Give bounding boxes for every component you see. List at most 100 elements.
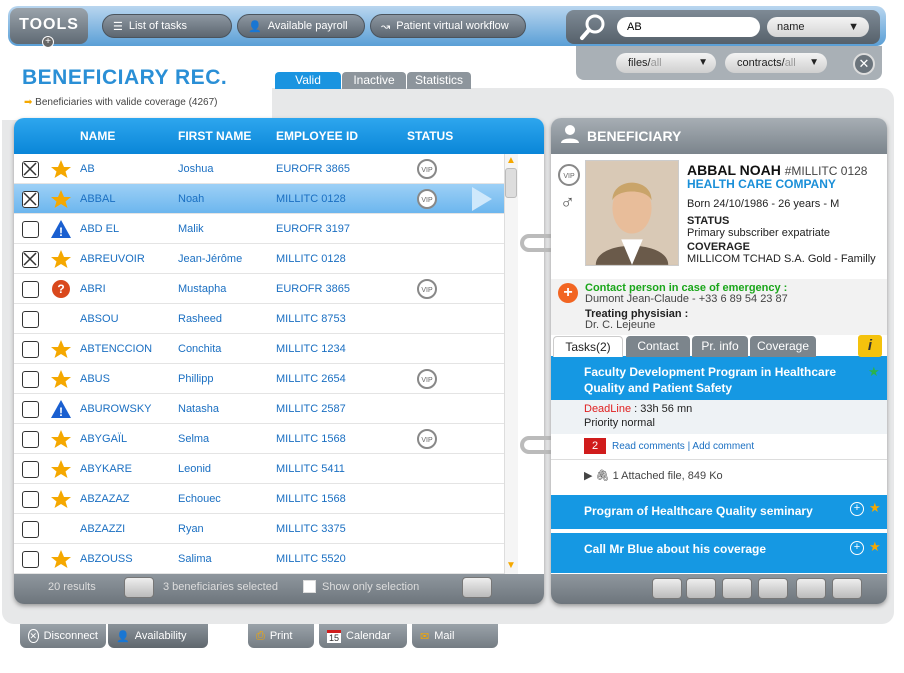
scrollbar[interactable] xyxy=(504,154,518,574)
tab-contact[interactable]: Contact xyxy=(626,336,690,357)
history-button[interactable] xyxy=(722,578,752,599)
star-icon[interactable] xyxy=(50,159,72,179)
star-icon[interactable] xyxy=(50,549,72,569)
expand-plus-icon[interactable]: + xyxy=(850,502,864,516)
table-row[interactable]: ! ABUROWSKY Natasha MILLITC 2587 xyxy=(14,394,504,424)
row-checkbox[interactable] xyxy=(22,221,39,238)
edit-button[interactable] xyxy=(796,578,826,599)
export-button[interactable] xyxy=(686,578,716,599)
table-row[interactable]: ABBAL Noah MILLITC 0128 VIP xyxy=(14,184,504,214)
table-row[interactable]: ABREUVOIR Jean-Jérôme MILLITC 0128 xyxy=(14,244,504,274)
star-icon[interactable] xyxy=(50,369,72,389)
star-icon[interactable] xyxy=(50,429,72,449)
star-icon[interactable] xyxy=(50,459,72,479)
column-header-status[interactable]: STATUS xyxy=(407,129,453,143)
table-row[interactable]: ? ABRI Mustapha EUROFR 3865 VIP xyxy=(14,274,504,304)
table-row[interactable]: ABYKARE Leonid MILLITC 5411 xyxy=(14,454,504,484)
nav-list-of-tasks[interactable]: ☰ List of tasks xyxy=(102,14,232,38)
new-button[interactable] xyxy=(832,578,862,599)
row-checkbox[interactable] xyxy=(22,191,39,208)
table-row[interactable]: ABZAZZI Ryan MILLITC 3375 xyxy=(14,514,504,544)
task-item-2[interactable]: Program of Healthcare Quality seminary xyxy=(551,495,887,529)
availability-button[interactable]: 👤 Availability xyxy=(108,624,208,648)
vip-icon: VIP xyxy=(417,279,437,299)
star-icon[interactable]: ★ xyxy=(869,500,881,516)
row-checkbox[interactable] xyxy=(22,161,39,178)
column-header-first-name[interactable]: FIRST NAME xyxy=(178,129,251,143)
tab-coverage[interactable]: Coverage xyxy=(750,336,816,357)
star-icon[interactable] xyxy=(50,249,72,269)
folder-button[interactable] xyxy=(652,578,682,599)
vip-icon: VIP xyxy=(417,369,437,389)
mail-button[interactable]: ✉ Mail xyxy=(412,624,498,648)
table-row[interactable]: ABYGAÏL Selma MILLITC 1568 VIP xyxy=(14,424,504,454)
table-row[interactable]: ABTENCCION Conchita MILLITC 1234 xyxy=(14,334,504,364)
table-row[interactable]: AB Joshua EUROFR 3865 VIP xyxy=(14,154,504,184)
task-item-3[interactable]: Call Mr Blue about his coverage xyxy=(551,533,887,573)
row-checkbox[interactable] xyxy=(22,491,39,508)
scroll-up-icon[interactable]: ▲ xyxy=(505,155,517,167)
row-checkbox[interactable] xyxy=(22,431,39,448)
tab-pr-info[interactable]: Pr. info xyxy=(692,336,748,357)
favorite-button[interactable] xyxy=(758,578,788,599)
priority: Priority normal xyxy=(584,417,655,429)
cell-name: AB xyxy=(80,163,95,175)
row-checkbox[interactable] xyxy=(22,311,39,328)
info-icon[interactable]: i xyxy=(858,335,882,357)
star-icon[interactable] xyxy=(50,339,72,359)
row-checkbox[interactable] xyxy=(22,401,39,418)
calendar-button[interactable]: 15 Calendar xyxy=(319,624,407,648)
show-only-checkbox[interactable] xyxy=(303,580,316,593)
expand-plus-icon[interactable]: + xyxy=(850,541,864,555)
close-icon[interactable]: ✕ xyxy=(853,53,875,75)
row-checkbox[interactable] xyxy=(22,521,39,538)
row-checkbox[interactable] xyxy=(22,281,39,298)
table-row[interactable]: ABUS Phillipp MILLITC 2654 VIP xyxy=(14,364,504,394)
tab-tasks[interactable]: Tasks(2) xyxy=(553,336,623,357)
comment-links: Read comments | Add comment xyxy=(612,441,755,452)
export-button[interactable] xyxy=(462,577,492,598)
cell-name: ABUROWSKY xyxy=(80,403,152,415)
nav-patient-workflow[interactable]: ↝ Patient virtual workflow xyxy=(370,14,526,38)
row-checkbox[interactable] xyxy=(22,341,39,358)
star-icon[interactable] xyxy=(50,189,72,209)
attachment-row[interactable]: ▶ 🖇 1 Attached file, 849 Ko xyxy=(584,469,723,482)
table-row[interactable]: ! ABD EL Malik EUROFR 3197 xyxy=(14,214,504,244)
search-icon[interactable] xyxy=(578,12,608,42)
read-comments-link[interactable]: Read comments xyxy=(612,441,685,452)
star-icon[interactable]: ★ xyxy=(869,539,881,555)
star-icon[interactable] xyxy=(50,489,72,509)
search-field-select[interactable]: name ▼ xyxy=(767,17,869,37)
cell-name: ABTENCCION xyxy=(80,343,153,355)
row-checkbox[interactable] xyxy=(22,251,39,268)
disconnect-button[interactable]: ✕ Disconnect xyxy=(20,624,106,648)
table-row[interactable]: ABZOUSS Salima MILLITC 5520 xyxy=(14,544,504,574)
button-label: Calendar xyxy=(346,630,391,642)
tab-statistics[interactable]: Statistics xyxy=(407,72,471,89)
table-row[interactable]: ABSOU Rasheed MILLITC 8753 xyxy=(14,304,504,334)
tab-valid[interactable]: Valid xyxy=(275,72,341,89)
tab-inactive[interactable]: Inactive xyxy=(342,72,406,89)
row-checkbox[interactable] xyxy=(22,461,39,478)
contracts-filter-select[interactable]: contracts/all ▼ xyxy=(725,53,827,73)
check-icon xyxy=(23,192,37,206)
search-input[interactable] xyxy=(617,17,760,37)
cell-employee-id: MILLITC 1568 xyxy=(276,433,346,445)
row-checkbox[interactable] xyxy=(22,551,39,568)
files-filter-select[interactable]: files/all ▼ xyxy=(616,53,716,73)
column-header-employee-id[interactable]: EMPLOYEE ID xyxy=(276,129,358,143)
table-row[interactable]: ABZAZAZ Echouec MILLITC 1568 xyxy=(14,484,504,514)
task-item-1[interactable]: Faculty Development Program in Healthcar… xyxy=(551,360,887,400)
row-checkbox[interactable] xyxy=(22,371,39,388)
nav-available-payroll[interactable]: 👤 Available payroll xyxy=(237,14,365,38)
folder-button[interactable] xyxy=(124,577,154,598)
star-icon[interactable]: ★ xyxy=(868,364,880,380)
cell-employee-id: MILLITC 1234 xyxy=(276,343,346,355)
cell-first-name: Ryan xyxy=(178,523,204,535)
scroll-thumb[interactable] xyxy=(505,168,517,198)
scroll-down-icon[interactable]: ▼ xyxy=(505,560,517,572)
print-button[interactable]: ⎙ Print xyxy=(248,624,314,648)
plus-icon[interactable]: + xyxy=(42,36,54,48)
add-comment-link[interactable]: Add comment xyxy=(692,441,754,452)
column-header-name[interactable]: NAME xyxy=(80,129,115,143)
